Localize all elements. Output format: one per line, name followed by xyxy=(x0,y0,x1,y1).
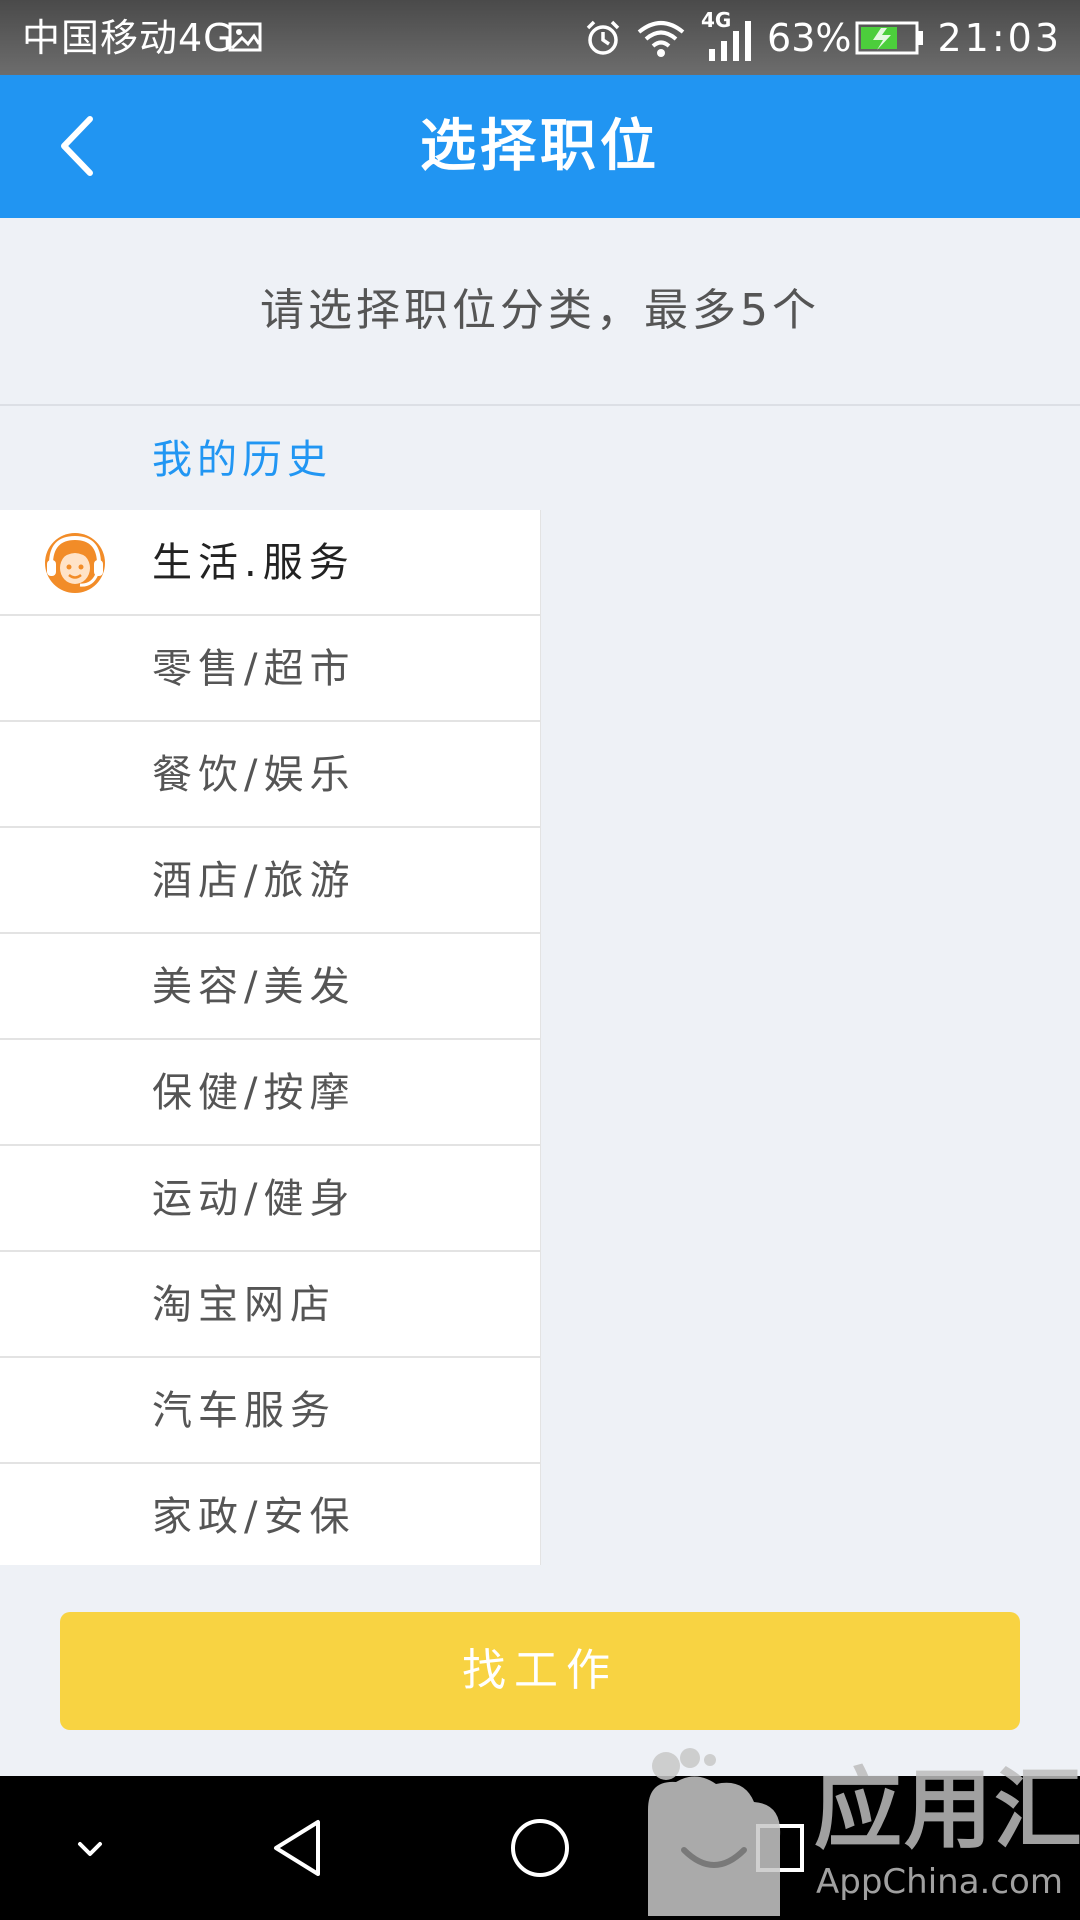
category-item-hotel-travel[interactable]: 酒店/旅游 xyxy=(0,828,540,934)
category-label: 餐饮/娱乐 xyxy=(152,752,356,798)
category-item-catering[interactable]: 餐饮/娱乐 xyxy=(0,722,540,828)
image-icon xyxy=(228,22,262,52)
category-label: 生活.服务 xyxy=(152,540,355,586)
category-list: 生活.服务 零售/超市 餐饮/娱乐 酒店/旅游 美容/美发 保健/按摩 运动/健… xyxy=(0,510,540,1565)
wifi-icon xyxy=(637,21,685,57)
status-icons: 4G 63% 21:03 xyxy=(571,9,1062,66)
category-item-housekeeping-security[interactable]: 家政/安保 xyxy=(0,1464,540,1565)
list-divider xyxy=(540,510,541,1565)
category-item-life-service[interactable]: 生活.服务 xyxy=(0,510,540,616)
category-item-beauty-hair[interactable]: 美容/美发 xyxy=(0,934,540,1040)
instruction-text: 请选择职位分类，最多5个 xyxy=(0,218,1080,406)
category-item-taobao-shop[interactable]: 淘宝网店 xyxy=(0,1252,540,1358)
category-label: 美容/美发 xyxy=(152,964,356,1010)
alarm-icon xyxy=(586,20,620,55)
signal-icon xyxy=(709,21,752,61)
clock: 21:03 xyxy=(937,16,1062,60)
category-item-sports-fitness[interactable]: 运动/健身 xyxy=(0,1146,540,1252)
page-title: 选择职位 xyxy=(420,114,660,179)
category-item-health-massage[interactable]: 保健/按摩 xyxy=(0,1040,540,1146)
category-label: 保健/按摩 xyxy=(152,1070,356,1116)
find-job-button[interactable]: 找工作 xyxy=(60,1612,1020,1730)
header: 选择职位 xyxy=(0,75,1080,218)
back-triangle-icon[interactable] xyxy=(250,1798,350,1898)
appchina-logo-icon xyxy=(648,1748,781,1916)
category-label: 酒店/旅游 xyxy=(152,858,356,904)
signal-group: 4G xyxy=(699,9,755,63)
back-chevron-icon[interactable] xyxy=(40,101,120,191)
battery-charging-icon xyxy=(855,21,924,55)
battery-percent: 63% xyxy=(767,16,852,60)
carrier-label: 中国移动4G xyxy=(22,16,234,60)
customer-service-avatar-icon xyxy=(45,533,105,593)
category-label: 家政/安保 xyxy=(152,1494,356,1540)
history-label[interactable]: 我的历史 xyxy=(152,432,332,488)
category-item-auto-service[interactable]: 汽车服务 xyxy=(0,1358,540,1464)
status-bar: 中国移动4G 4G 63% 21:03 xyxy=(0,0,1080,75)
category-label: 零售/超市 xyxy=(152,646,356,692)
watermark-subtext: AppChina.com xyxy=(816,1862,1063,1902)
appchina-watermark: 应用汇 AppChina.com xyxy=(636,1740,1080,1920)
watermark-text: 应用汇 xyxy=(814,1758,1080,1861)
category-label: 运动/健身 xyxy=(152,1176,356,1222)
home-circle-icon[interactable] xyxy=(490,1798,590,1898)
category-label: 汽车服务 xyxy=(152,1388,336,1434)
hide-keyboard-icon[interactable] xyxy=(40,1798,140,1898)
category-label: 淘宝网店 xyxy=(152,1282,336,1328)
screen: 中国移动4G 4G 63% 21:03 选择职位 请选择职位分类，最多5个 我的… xyxy=(0,0,1080,1920)
category-item-retail[interactable]: 零售/超市 xyxy=(0,616,540,722)
